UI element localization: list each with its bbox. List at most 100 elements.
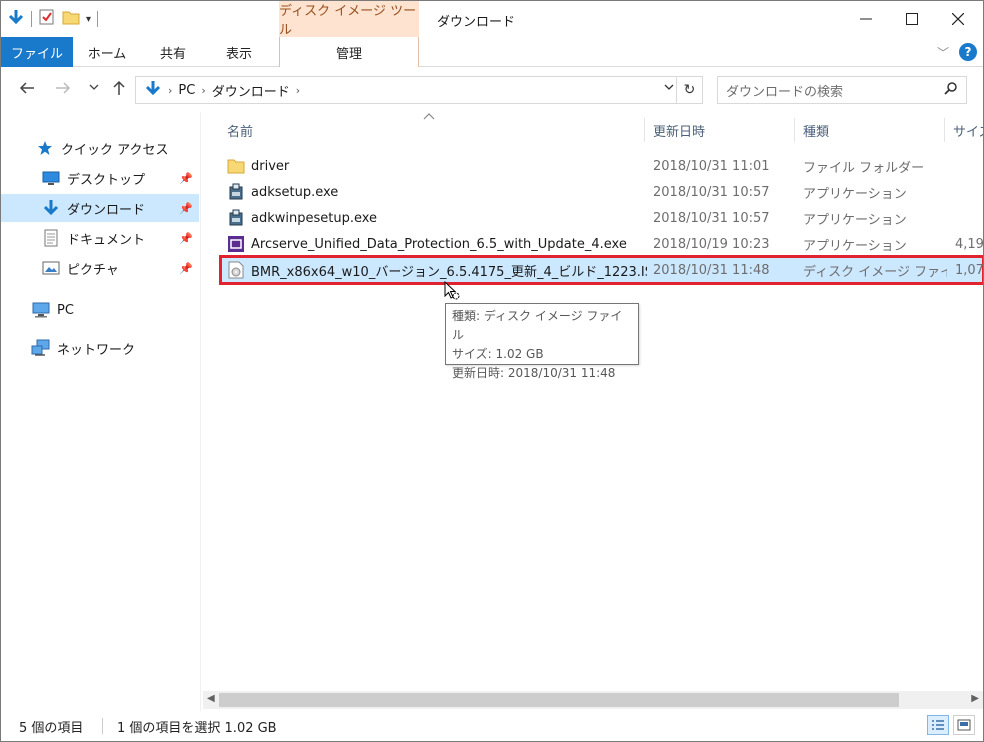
file-row-arcserve[interactable]: Arcserve_Unified_Data_Protection_6.5_wit…	[221, 231, 983, 257]
navigation-pane: クイック アクセス デスクトップ 📌 ダウンロード 📌 ドキュメント 📌 ピクチ…	[1, 112, 201, 712]
ribbon-controls: ﹀ ?	[937, 43, 977, 61]
selection-info: 1 個の項目を選択 1.02 GB	[117, 720, 277, 736]
expand-ribbon-icon[interactable]: ﹀	[937, 44, 949, 61]
breadcrumb-pc[interactable]: PC	[178, 83, 195, 98]
sidebar-item-quick-access[interactable]: クイック アクセス	[1, 134, 199, 162]
pin-icon[interactable]: 📌	[179, 262, 193, 275]
file-name: adkwinpesetup.exe	[251, 210, 378, 226]
search-input[interactable]: ダウンロードの検索	[717, 76, 967, 104]
file-name-cell: adksetup.exe	[227, 179, 647, 205]
mouse-cursor-icon	[444, 280, 460, 305]
address-bar[interactable]: › PC › ダウンロード › ↻	[135, 76, 703, 104]
qat-separator-2	[97, 11, 99, 27]
tab-manage[interactable]: 管理	[279, 37, 419, 67]
ribbon-tabs: ファイル ホーム 共有 表示 管理 ﹀ ?	[1, 37, 983, 67]
file-type: ディスク イメージ ファイル	[803, 264, 947, 280]
sidebar-item-downloads[interactable]: ダウンロード 📌	[1, 194, 199, 222]
explorer-window: ▾ ディスク イメージ ツール ダウンロード ファイル ホーム 共有 表示 管理…	[0, 0, 984, 742]
app-icon	[227, 235, 245, 253]
sidebar-item-pc[interactable]: PC	[1, 296, 199, 324]
view-switcher	[927, 715, 975, 735]
pin-icon[interactable]: 📌	[179, 232, 193, 245]
large-icons-view-icon[interactable]	[953, 715, 975, 735]
file-date: 2018/10/31 10:57	[653, 210, 770, 226]
file-size	[955, 153, 983, 179]
star-icon	[35, 138, 55, 158]
file-size: 4,19	[955, 236, 983, 252]
file-type: アプリケーション	[803, 238, 907, 254]
scroll-left-icon[interactable]: ◀	[207, 693, 215, 704]
network-icon	[31, 338, 51, 358]
folder-icon	[227, 157, 245, 175]
file-name-cell: Arcserve_Unified_Data_Protection_6.5_wit…	[227, 231, 647, 257]
title-bar: ▾ ディスク イメージ ツール ダウンロード	[1, 1, 983, 38]
file-row-driver[interactable]: driver 2018/10/31 11:01 ファイル フォルダー	[221, 153, 983, 179]
new-folder-icon[interactable]	[62, 8, 80, 30]
download-icon	[41, 198, 61, 218]
qat-separator	[31, 11, 32, 27]
picture-icon	[41, 258, 61, 278]
navigation-bar: › PC › ダウンロード › ↻ ダウンロードの検索	[1, 68, 983, 112]
installer-icon	[227, 183, 245, 201]
horizontal-scrollbar[interactable]: ◀ ▶	[203, 691, 983, 709]
minimize-button[interactable]	[843, 1, 889, 37]
up-icon[interactable]	[111, 80, 127, 100]
sidebar-item-network[interactable]: ネットワーク	[1, 334, 199, 362]
disk-image-tools-header: ディスク イメージ ツール	[279, 1, 419, 38]
maximize-button[interactable]	[889, 1, 935, 37]
file-list: 名前 更新日時 種類 サイズ driver 2018/10/31 11:01 フ…	[203, 112, 983, 690]
properties-icon[interactable]	[38, 8, 56, 30]
refresh-icon[interactable]: ↻	[676, 77, 702, 103]
item-count: 5 個の項目	[19, 720, 84, 736]
file-row-bmr-iso[interactable]: BMR_x86x64_w10_バージョン_6.5.4175_更新_4_ビルド_1…	[219, 255, 983, 285]
sidebar-item-label: ドキュメント	[67, 232, 146, 248]
details-view-icon[interactable]	[927, 715, 949, 735]
sidebar-item-label: ダウンロード	[67, 202, 146, 218]
pin-icon[interactable]: 📌	[179, 202, 193, 215]
tooltip-date: 更新日時: 2018/10/31 11:48	[452, 366, 616, 380]
forward-icon[interactable]	[55, 80, 71, 100]
sidebar-item-label: クイック アクセス	[61, 142, 169, 158]
file-type: アプリケーション	[803, 212, 907, 228]
qat-dropdown-icon[interactable]: ▾	[86, 14, 91, 25]
file-name: adksetup.exe	[251, 184, 339, 200]
download-folder-icon	[7, 8, 25, 30]
sidebar-item-label: ネットワーク	[57, 342, 136, 358]
search-icon[interactable]	[944, 81, 958, 99]
tab-file[interactable]: ファイル	[1, 37, 73, 67]
recent-locations-icon[interactable]	[89, 82, 99, 95]
file-name: driver	[251, 158, 290, 174]
file-row-adksetup[interactable]: adksetup.exe 2018/10/31 10:57 アプリケーション	[221, 179, 983, 205]
sidebar-item-label: デスクトップ	[67, 172, 146, 188]
pin-icon[interactable]: 📌	[179, 172, 193, 185]
sidebar-item-label: ピクチャ	[67, 262, 119, 278]
help-icon[interactable]: ?	[959, 43, 977, 61]
search-placeholder: ダウンロードの検索	[726, 84, 844, 100]
chevron-right-icon[interactable]: ›	[296, 84, 300, 97]
close-button[interactable]	[935, 1, 981, 37]
address-dropdown-icon[interactable]	[664, 82, 674, 95]
file-row-adkwinpesetup[interactable]: adkwinpesetup.exe 2018/10/31 10:57 アプリケー…	[221, 205, 983, 231]
sidebar-item-documents[interactable]: ドキュメント 📌	[1, 224, 199, 252]
tab-view[interactable]: 表示	[211, 37, 267, 67]
tab-share[interactable]: 共有	[145, 37, 201, 67]
back-icon[interactable]	[19, 80, 35, 100]
column-header-date[interactable]: 更新日時	[647, 118, 795, 142]
tooltip-type: 種類: ディスク イメージ ファイル	[452, 309, 623, 342]
column-header-name[interactable]: 名前	[221, 118, 645, 142]
scrollbar-thumb[interactable]	[219, 693, 899, 707]
chevron-right-icon[interactable]: ›	[168, 84, 172, 97]
window-title: ダウンロード	[437, 15, 516, 30]
sidebar-item-label: PC	[57, 302, 74, 318]
tab-home[interactable]: ホーム	[79, 37, 135, 67]
scroll-right-icon[interactable]: ▶	[971, 693, 979, 704]
file-date: 2018/10/31 11:01	[653, 158, 770, 174]
column-header-size[interactable]: サイズ	[947, 118, 983, 142]
file-size	[955, 205, 983, 231]
sidebar-item-desktop[interactable]: デスクトップ 📌	[1, 164, 199, 192]
chevron-right-icon[interactable]: ›	[201, 84, 205, 97]
sidebar-item-pictures[interactable]: ピクチャ 📌	[1, 254, 199, 282]
breadcrumb-downloads[interactable]: ダウンロード	[212, 81, 290, 100]
file-name-cell: adkwinpesetup.exe	[227, 205, 647, 231]
column-header-type[interactable]: 種類	[797, 118, 945, 142]
